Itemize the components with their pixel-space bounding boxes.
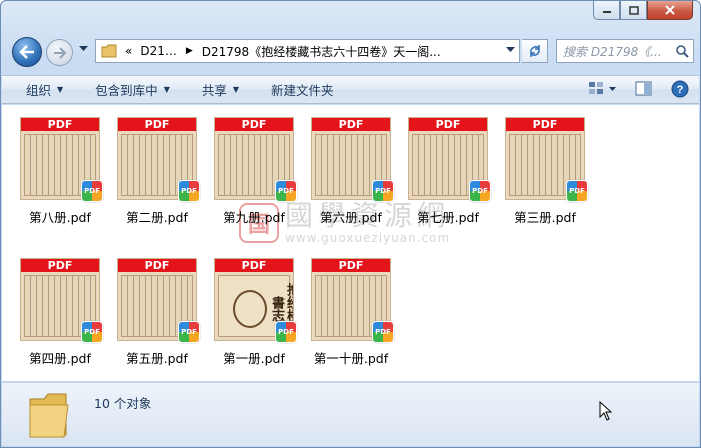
pdf-app-icon: PDF	[275, 180, 297, 202]
chevron-down-icon: ▼	[232, 85, 240, 94]
file-item[interactable]: PDF PDF 第二册.pdf	[112, 107, 202, 227]
maximize-button[interactable]	[620, 1, 647, 20]
minimize-icon	[602, 11, 611, 13]
mouse-cursor-icon	[599, 401, 613, 421]
back-arrow-icon	[19, 45, 34, 59]
pdf-band: PDF	[21, 118, 99, 131]
navigation-row: « D21… ▶ D21798《抱经楼藏书志六十四卷》天一阁... 搜索 D21…	[9, 37, 694, 67]
watermark-url: www.guoxueziyuan.com	[285, 231, 451, 245]
file-name: 第九册.pdf	[223, 210, 285, 225]
pdf-app-icon: PDF	[372, 180, 394, 202]
file-name: 第三册.pdf	[514, 210, 576, 225]
chevron-down-icon: ▼	[163, 85, 170, 94]
search-box[interactable]: 搜索 D21798《...	[556, 39, 694, 63]
refresh-icon	[529, 45, 540, 57]
address-dropdown-icon[interactable]	[506, 47, 515, 53]
breadcrumb-overflow[interactable]: «	[125, 44, 132, 58]
close-icon	[665, 5, 675, 15]
search-input[interactable]: 搜索 D21798《...	[563, 43, 673, 60]
address-bar[interactable]: « D21… ▶ D21798《抱经楼藏书志六十四卷》天一阁...	[95, 39, 520, 63]
pdf-app-icon: PDF	[81, 180, 103, 202]
close-button[interactable]	[647, 1, 693, 20]
new-folder-label: 新建文件夹	[271, 83, 334, 98]
share-button[interactable]: 共享 ▼	[202, 80, 239, 99]
view-options-icon[interactable]	[587, 80, 617, 98]
breadcrumb-current[interactable]: D21798《抱经楼藏书志六十四卷》天一阁...	[202, 43, 441, 60]
pdf-band: PDF	[215, 118, 293, 131]
view-controls: ?	[587, 80, 689, 98]
folder-icon	[101, 44, 117, 58]
file-name: 第四册.pdf	[29, 351, 91, 366]
file-name: 第六册.pdf	[320, 210, 382, 225]
pdf-band: PDF	[118, 259, 196, 272]
pdf-band: PDF	[215, 259, 293, 272]
file-item[interactable]: PDF PDF 第三册.pdf	[500, 107, 590, 227]
command-bar: 组织 ▼ 包含到库中 ▼ 共享 ▼ 新建文件夹 ?	[2, 75, 699, 104]
file-item[interactable]: PDF 抱经楼藏書志 PDF 第一册.pdf	[209, 248, 299, 368]
window-caption-buttons	[593, 1, 693, 20]
forward-button[interactable]	[46, 39, 73, 66]
breadcrumb-arrow-icon[interactable]: ▶	[186, 46, 193, 56]
forward-arrow-icon	[53, 46, 66, 59]
chevron-down-icon: ▼	[57, 85, 64, 94]
file-item[interactable]: PDF PDF 第四册.pdf	[15, 248, 105, 368]
new-folder-button[interactable]: 新建文件夹	[271, 80, 334, 99]
search-icon[interactable]	[675, 44, 689, 58]
include-library-button[interactable]: 包含到库中 ▼	[95, 80, 170, 99]
file-name: 第二册.pdf	[126, 210, 188, 225]
pdf-app-icon: PDF	[81, 321, 103, 343]
pdf-band: PDF	[409, 118, 487, 131]
back-button[interactable]	[12, 37, 42, 67]
pdf-band: PDF	[21, 259, 99, 272]
pdf-app-icon: PDF	[178, 180, 200, 202]
explorer-window: « D21… ▶ D21798《抱经楼藏书志六十四卷》天一阁... 搜索 D21…	[0, 0, 701, 448]
seal-image	[233, 290, 267, 328]
preview-pane-icon[interactable]	[635, 81, 653, 97]
file-item[interactable]: PDF PDF 第六册.pdf	[306, 107, 396, 227]
pdf-band: PDF	[312, 259, 390, 272]
history-dropdown-icon[interactable]	[79, 46, 88, 52]
organize-button[interactable]: 组织 ▼	[26, 80, 63, 99]
item-count: 10 个对象	[94, 396, 152, 411]
include-library-label: 包含到库中	[95, 83, 158, 98]
help-icon[interactable]: ?	[671, 80, 689, 98]
pdf-app-icon: PDF	[469, 180, 491, 202]
file-item[interactable]: PDF PDF 第五册.pdf	[112, 248, 202, 368]
maximize-icon	[628, 5, 639, 15]
folder-large-icon	[29, 393, 69, 438]
file-item[interactable]: PDF PDF 第八册.pdf	[15, 107, 105, 227]
file-name: 第五册.pdf	[126, 351, 188, 366]
svg-text:?: ?	[677, 84, 684, 96]
file-item[interactable]: PDF PDF 第一十册.pdf	[306, 248, 396, 368]
details-pane: 10 个对象	[2, 382, 699, 446]
pdf-app-icon: PDF	[275, 321, 297, 343]
share-label: 共享	[201, 83, 227, 98]
file-item[interactable]: PDF PDF 第七册.pdf	[403, 107, 493, 227]
file-name: 第一册.pdf	[223, 351, 285, 366]
breadcrumb-item[interactable]: D21…	[140, 44, 177, 58]
organize-label: 组织	[26, 83, 52, 98]
pdf-app-icon: PDF	[566, 180, 588, 202]
file-name: 第一十册.pdf	[313, 351, 389, 366]
minimize-button[interactable]	[593, 1, 620, 20]
pdf-band: PDF	[506, 118, 584, 131]
pdf-app-icon: PDF	[178, 321, 200, 343]
pdf-band: PDF	[118, 118, 196, 131]
file-name: 第七册.pdf	[417, 210, 479, 225]
file-name: 第八册.pdf	[29, 210, 91, 225]
pdf-band: PDF	[312, 118, 390, 131]
refresh-button[interactable]	[522, 39, 548, 63]
file-list: 国 國學資源網 www.guoxueziyuan.com PDF PDF 第八册…	[2, 105, 699, 381]
file-item[interactable]: PDF PDF 第九册.pdf	[209, 107, 299, 227]
pdf-app-icon: PDF	[372, 321, 394, 343]
